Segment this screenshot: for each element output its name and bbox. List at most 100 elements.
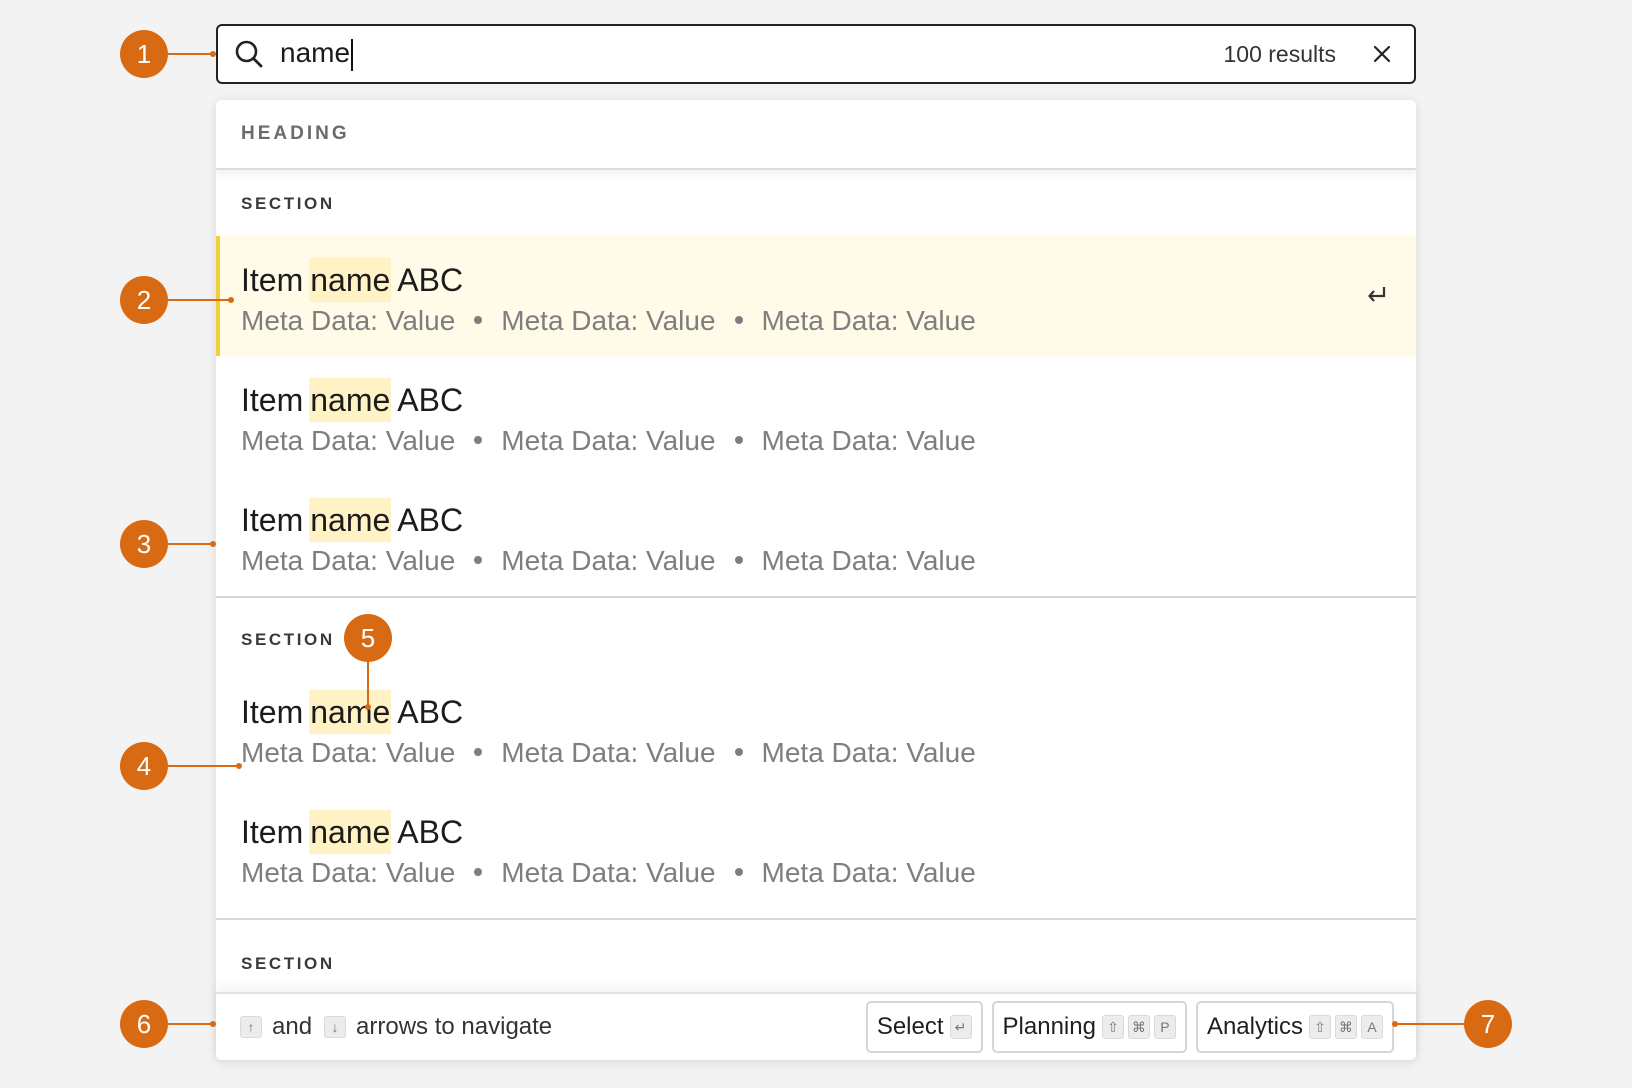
meta-field: Meta Data: Value — [761, 857, 976, 888]
callout-1: 1 — [120, 30, 168, 78]
item-title-prefix: Item — [241, 382, 304, 418]
callout-dot — [228, 297, 234, 303]
keyboard-hints-footer: ↑ and ↓ arrows to navigate Select ↵ Plan… — [216, 992, 1416, 1060]
enter-key: ↵ — [949, 1015, 972, 1039]
result-item[interactable]: Item name ABC Meta Data: Value Meta Data:… — [216, 802, 1416, 918]
callout-dot — [210, 541, 216, 547]
bullet-separator — [474, 435, 483, 444]
results-section: SECTION Item name ABC Meta Data: Value Me… — [216, 598, 1416, 920]
meta-field: Meta Data: Value — [241, 857, 456, 888]
callout-leader — [168, 765, 238, 767]
meta-field: Meta Data: Value — [501, 545, 716, 576]
callout-2: 2 — [120, 276, 168, 324]
hint-navigate: arrows to navigate — [356, 1013, 553, 1040]
item-title: Item name ABC — [241, 498, 1416, 542]
callout-dot — [365, 704, 371, 710]
item-meta: Meta Data: Value Meta Data: Value Meta Dat… — [241, 543, 1416, 579]
callout-3: 3 — [120, 520, 168, 568]
match-highlight: name — [309, 258, 392, 302]
callout-leader — [168, 53, 214, 55]
item-meta: Meta Data: Value Meta Data: Value Meta Dat… — [241, 735, 1416, 771]
arrow-down-key: ↓ — [324, 1016, 347, 1038]
callout-dot — [210, 1021, 216, 1027]
search-bar[interactable]: name 100 results — [216, 24, 1416, 84]
meta-field: Meta Data: Value — [241, 545, 456, 576]
planning-shortcut-button[interactable]: Planning ⇧ ⌘ P — [991, 1001, 1187, 1053]
results-section: SECTION — [216, 920, 1416, 1000]
callout-6: 6 — [120, 1000, 168, 1048]
item-title-prefix: Item — [241, 502, 304, 538]
meta-field: Meta Data: Value — [501, 737, 716, 768]
result-item-selected[interactable]: Item name ABC Meta Data: Value Meta Data:… — [216, 236, 1416, 356]
meta-field: Meta Data: Value — [241, 425, 456, 456]
panel-heading: HEADING — [216, 100, 1416, 170]
item-title: Item name ABC — [241, 690, 1416, 734]
item-title-prefix: Item — [241, 694, 304, 730]
callout-leader — [367, 662, 369, 708]
command-key: ⌘ — [1335, 1015, 1357, 1039]
bullet-separator — [474, 315, 483, 324]
results-section: SECTION Item name ABC Meta Data: Value Me… — [216, 170, 1416, 598]
results-panel: HEADING SECTION Item name ABC Meta Data:… — [216, 100, 1416, 1060]
shortcut-label: Select — [876, 1013, 944, 1040]
section-label: SECTION — [241, 630, 335, 649]
meta-field: Meta Data: Value — [501, 305, 716, 336]
meta-field: Meta Data: Value — [761, 545, 976, 576]
item-title-suffix: ABC — [397, 694, 464, 730]
meta-field: Meta Data: Value — [761, 425, 976, 456]
item-title-suffix: ABC — [397, 382, 464, 418]
section-label: SECTION — [241, 194, 335, 213]
result-item[interactable]: Item name ABC Meta Data: Value Meta Data:… — [216, 682, 1416, 802]
item-meta: Meta Data: Value Meta Data: Value Meta Dat… — [241, 303, 1416, 339]
item-meta: Meta Data: Value Meta Data: Value Meta Dat… — [241, 855, 1416, 891]
callout-dot — [236, 763, 242, 769]
item-title-suffix: ABC — [397, 502, 464, 538]
item-title-prefix: Item — [241, 814, 304, 850]
enter-icon — [1366, 284, 1388, 306]
match-highlight: name — [309, 690, 392, 734]
command-key: ⌘ — [1127, 1015, 1150, 1039]
callout-leader — [168, 299, 230, 301]
shortcut-label: Analytics — [1206, 1013, 1303, 1040]
p-key: P — [1153, 1015, 1176, 1039]
item-title: Item name ABC — [241, 258, 1416, 302]
item-title-suffix: ABC — [397, 262, 464, 298]
search-input[interactable]: name — [280, 37, 354, 71]
callout-4: 4 — [120, 742, 168, 790]
bullet-separator — [734, 555, 743, 564]
match-highlight: name — [309, 378, 392, 422]
shift-key: ⇧ — [1101, 1015, 1124, 1039]
text-caret — [351, 38, 354, 71]
bullet-separator — [734, 435, 743, 444]
select-shortcut-button[interactable]: Select ↵ — [865, 1001, 983, 1053]
bullet-separator — [474, 747, 483, 756]
item-title-prefix: Item — [241, 262, 304, 298]
shortcut-label: Planning — [1002, 1013, 1096, 1040]
item-meta: Meta Data: Value Meta Data: Value Meta Dat… — [241, 423, 1416, 459]
bullet-separator — [734, 867, 743, 876]
clear-search-button[interactable] — [1370, 42, 1394, 66]
meta-field: Meta Data: Value — [761, 737, 976, 768]
hint-and: and — [272, 1013, 313, 1040]
analytics-shortcut-button[interactable]: Analytics ⇧ ⌘ A — [1195, 1001, 1394, 1053]
callout-7: 7 — [1464, 1000, 1512, 1048]
callout-leader — [1394, 1023, 1464, 1025]
result-item[interactable]: Item name ABC Meta Data: Value Meta Data:… — [216, 476, 1416, 596]
callout-dot — [1392, 1021, 1398, 1027]
item-title: Item name ABC — [241, 810, 1416, 854]
bullet-separator — [734, 747, 743, 756]
shift-key: ⇧ — [1309, 1015, 1331, 1039]
match-highlight: name — [309, 498, 392, 542]
callout-dot — [210, 51, 216, 57]
result-item[interactable]: Item name ABC Meta Data: Value Meta Data:… — [216, 356, 1416, 476]
bullet-separator — [474, 867, 483, 876]
bullet-separator — [734, 315, 743, 324]
meta-field: Meta Data: Value — [241, 737, 456, 768]
arrow-up-key: ↑ — [240, 1016, 262, 1038]
callout-5: 5 — [344, 614, 392, 662]
a-key: A — [1361, 1015, 1383, 1039]
callout-leader — [168, 1023, 214, 1025]
meta-field: Meta Data: Value — [501, 857, 716, 888]
callout-leader — [168, 543, 214, 545]
match-highlight: name — [309, 810, 392, 854]
